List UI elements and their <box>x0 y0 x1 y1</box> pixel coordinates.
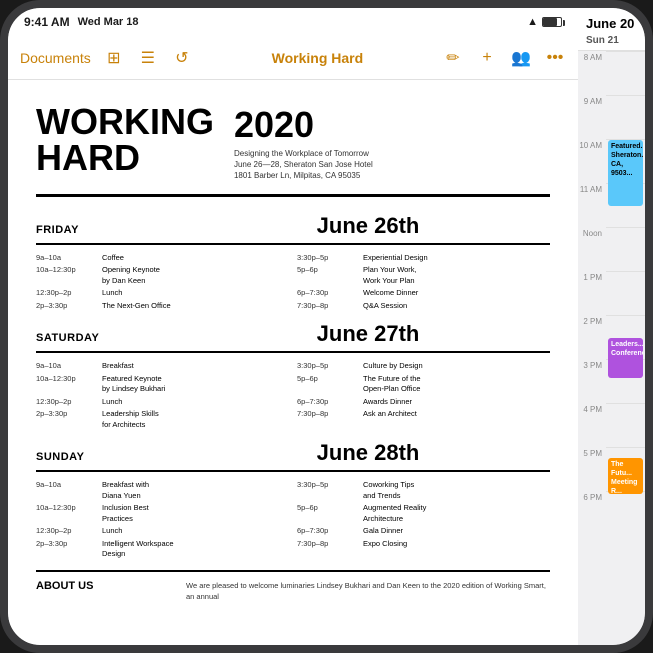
hour-noon: Noon <box>578 227 606 271</box>
slot-2pm: Leaders...Conference... <box>606 315 645 359</box>
time-display: 9:41 AM <box>24 15 70 29</box>
sunday-section: SUNDAY June 28th 9a–10aBreakfast withDia… <box>36 440 550 562</box>
add-icon[interactable]: + <box>476 47 498 69</box>
device-frame: 9:41 AM Wed Mar 18 ▲ Documents ⊞ ☰ ↺ Wor… <box>0 0 653 653</box>
layout-icon[interactable]: ⊞ <box>103 47 125 69</box>
list-icon[interactable]: ☰ <box>137 47 159 69</box>
friday-times-right: 3:30p–5pExperiential Design 5p–6pPlan Yo… <box>297 253 428 314</box>
hour-3pm: 3 PM <box>578 359 606 403</box>
calendar-day-label: Sun 21 <box>586 35 619 46</box>
event-leaders[interactable]: Leaders...Conference... <box>608 338 643 378</box>
doc-subtitle: Designing the Workplace of Tomorrow June… <box>234 148 550 182</box>
saturday-right: 3:30p–5pCulture by Design 5p–6pThe Futur… <box>297 361 550 432</box>
hour-4pm: 4 PM <box>578 403 606 447</box>
saturday-schedule: 9a–10aBreakfast 10a–12:30pFeatured Keyno… <box>36 361 550 432</box>
saturday-date: June 27th <box>186 321 550 347</box>
hour-1pm: 1 PM <box>578 271 606 315</box>
calendar-time-column: 8 AM 9 AM 10 AM 11 AM Noon 1 PM 2 PM 3 P… <box>578 51 606 535</box>
doc-right-header: 2020 Designing the Workplace of Tomorrow… <box>234 104 550 182</box>
saturday-left: 9a–10aBreakfast 10a–12:30pFeatured Keyno… <box>36 361 289 432</box>
saturday-header: SATURDAY June 27th <box>36 321 550 353</box>
sunday-date: June 28th <box>186 440 550 466</box>
about-text: We are pleased to welcome luminaries Lin… <box>186 580 550 603</box>
sunday-label: SUNDAY <box>36 451 166 463</box>
calendar-month: June 20 <box>586 16 634 31</box>
saturday-section: SATURDAY June 27th 9a–10aBreakfast 10a–1… <box>36 321 550 432</box>
hour-9am: 9 AM <box>578 95 606 139</box>
date-display: Wed Mar 18 <box>78 16 139 28</box>
toolbar: Documents ⊞ ☰ ↺ Working Hard ✏ + 👥 ••• <box>8 36 578 80</box>
event-featured[interactable]: Featured...Sheraton...CA, 9503... <box>608 140 643 206</box>
hour-8am: 8 AM <box>578 51 606 95</box>
doc-year: 2020 <box>234 104 550 146</box>
calendar-body: 8 AM 9 AM 10 AM 11 AM Noon 1 PM 2 PM 3 P… <box>578 51 645 645</box>
status-icons: ▲ <box>527 16 562 28</box>
more-icon[interactable]: ••• <box>544 47 566 69</box>
status-bar: 9:41 AM Wed Mar 18 ▲ <box>8 8 578 36</box>
slot-4pm <box>606 403 645 447</box>
sunday-schedule: 9a–10aBreakfast withDiana Yuen 10a–12:30… <box>36 480 550 562</box>
hour-11am: 11 AM <box>578 183 606 227</box>
hour-10am: 10 AM <box>578 139 606 183</box>
history-icon[interactable]: ↺ <box>171 47 193 69</box>
about-section: ABOUT US We are pleased to welcome lumin… <box>36 570 550 603</box>
event-future[interactable]: The Futu...Meeting R... <box>608 458 643 494</box>
friday-right: 3:30p–5pExperiential Design 5p–6pPlan Yo… <box>297 253 550 314</box>
friday-date: June 26th <box>186 213 550 239</box>
calendar-panel: June 20 Sun 21 8 AM 9 AM 10 AM 11 AM Noo… <box>578 8 645 645</box>
documents-button[interactable]: Documents <box>20 50 91 66</box>
slot-6pm <box>606 491 645 535</box>
hour-2pm: 2 PM <box>578 315 606 359</box>
saturday-label: SATURDAY <box>36 332 166 344</box>
slot-10am: Featured...Sheraton...CA, 9503... <box>606 139 645 183</box>
wifi-icon: ▲ <box>527 16 538 28</box>
doc-header: WORKING HARD 2020 Designing the Workplac… <box>36 104 550 197</box>
hour-5pm: 5 PM <box>578 447 606 491</box>
friday-label: FRIDAY <box>36 224 166 236</box>
document-content: WORKING HARD 2020 Designing the Workplac… <box>8 80 578 645</box>
battery-icon <box>542 17 562 27</box>
slot-5pm: The Futu...Meeting R... <box>606 447 645 491</box>
slot-1pm <box>606 271 645 315</box>
sunday-left: 9a–10aBreakfast withDiana Yuen 10a–12:30… <box>36 480 289 562</box>
calendar-events: Featured...Sheraton...CA, 9503... Leader… <box>606 51 645 535</box>
hour-6pm: 6 PM <box>578 491 606 535</box>
document-title: Working Hard <box>205 50 430 66</box>
doc-main-title: WORKING HARD <box>36 104 214 176</box>
slot-9am <box>606 95 645 139</box>
slot-noon <box>606 227 645 271</box>
sunday-right: 3:30p–5pCoworking Tipsand Trends 5p–6pAu… <box>297 480 550 562</box>
friday-section: FRIDAY June 26th 9a–10aCoffee 10a–12:30p… <box>36 213 550 314</box>
friday-header: FRIDAY June 26th <box>36 213 550 245</box>
friday-schedule: 9a–10aCoffee 10a–12:30pOpening Keynoteby… <box>36 253 550 314</box>
friday-left: 9a–10aCoffee 10a–12:30pOpening Keynoteby… <box>36 253 289 314</box>
pen-icon[interactable]: ✏ <box>442 47 464 69</box>
collaborate-icon[interactable]: 👥 <box>510 47 532 69</box>
friday-times-left: 9a–10aCoffee 10a–12:30pOpening Keynoteby… <box>36 253 171 314</box>
main-panel: 9:41 AM Wed Mar 18 ▲ Documents ⊞ ☰ ↺ Wor… <box>8 8 578 645</box>
sunday-header: SUNDAY June 28th <box>36 440 550 472</box>
screen: 9:41 AM Wed Mar 18 ▲ Documents ⊞ ☰ ↺ Wor… <box>8 8 645 645</box>
about-label: ABOUT US <box>36 580 166 603</box>
calendar-header: June 20 Sun 21 <box>578 8 645 51</box>
slot-8am <box>606 51 645 95</box>
